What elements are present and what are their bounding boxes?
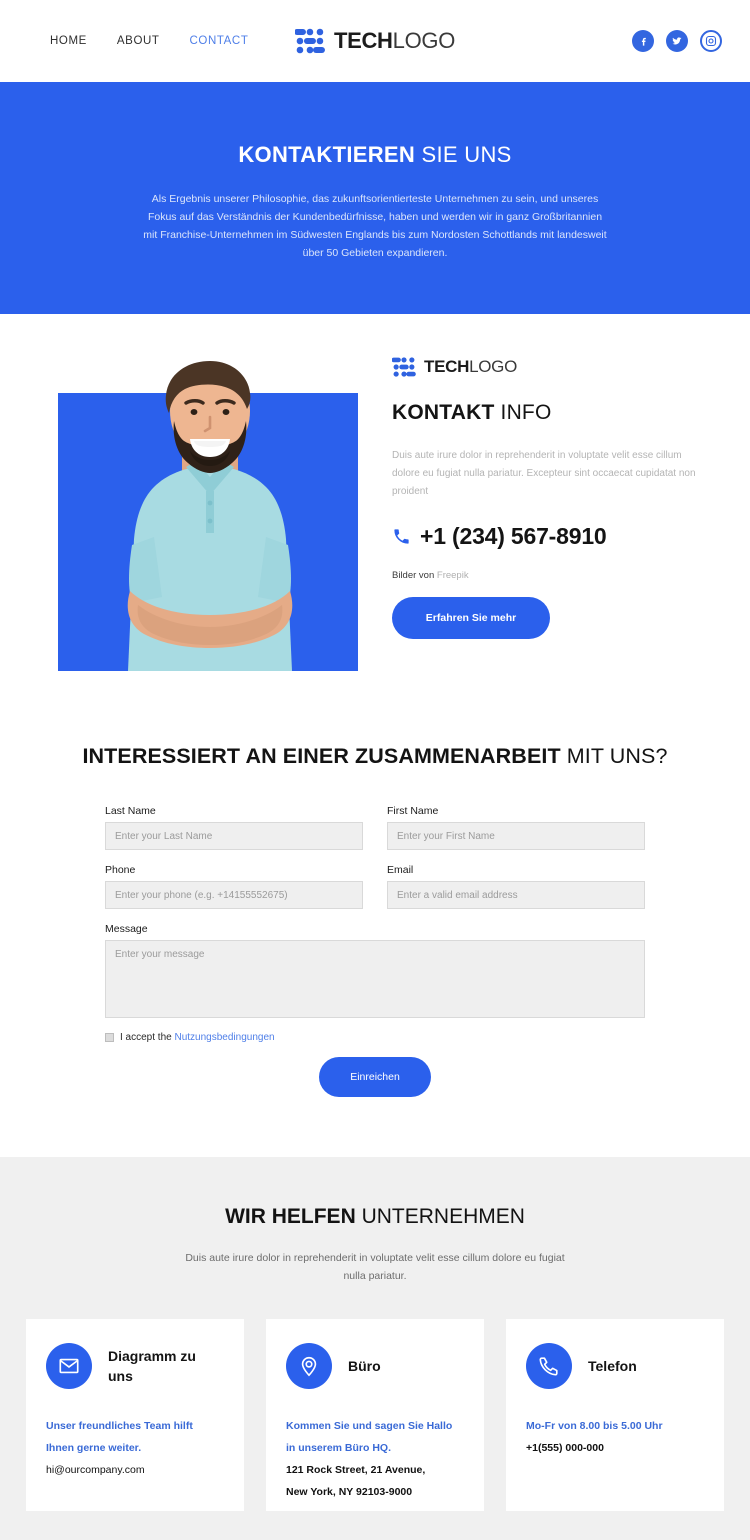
main-nav: HOME ABOUT CONTACT xyxy=(50,35,248,47)
form-row-contact: Phone Email xyxy=(105,864,645,909)
last-name-label: Last Name xyxy=(105,805,156,817)
phone-label: Phone xyxy=(105,864,136,876)
first-name-label: First Name xyxy=(387,805,439,817)
card-title: Diagramm zu uns xyxy=(108,1348,196,1384)
envelope-icon xyxy=(46,1343,92,1389)
card-body: Mo-Fr von 8.00 bis 5.00 Uhr +1(555) 000-… xyxy=(526,1415,704,1459)
tech-dots-icon xyxy=(392,357,416,377)
card-header: Telefon xyxy=(526,1343,704,1389)
contact-photo xyxy=(58,355,358,671)
brand-logo[interactable]: TECHLOGO xyxy=(294,27,455,55)
image-credit-link[interactable]: Freepik xyxy=(437,570,469,581)
help-section: WIR HELFEN UNTERNEHMEN Duis aute irure d… xyxy=(0,1157,750,1540)
accept-terms-text: I accept the Nutzungsbedingungen xyxy=(120,1032,275,1043)
accept-terms-prefix: I accept the xyxy=(120,1032,175,1043)
contact-form: Last Name First Name Phone Email xyxy=(105,805,645,1097)
contact-heading-strong: KONTAKT xyxy=(392,401,495,424)
hero-section: KONTAKTIEREN SIE UNS Als Ergebnis unsere… xyxy=(0,82,750,314)
hero-title: KONTAKTIEREN SIE UNS xyxy=(0,142,750,168)
nav-item-contact[interactable]: CONTACT xyxy=(190,35,249,47)
submit-button[interactable]: Einreichen xyxy=(319,1057,431,1097)
card-line: in unserem Büro HQ. xyxy=(286,1442,392,1454)
hero-title-rest: SIE UNS xyxy=(415,142,512,167)
contact-section: TECHLOGO KONTAKT INFO Duis aute irure do… xyxy=(0,314,750,720)
field-email: Email xyxy=(387,864,645,909)
card-phone: Telefon Mo-Fr von 8.00 bis 5.00 Uhr +1(5… xyxy=(506,1319,724,1511)
card-line-email[interactable]: hi@ourcompany.com xyxy=(46,1459,224,1481)
hero-paragraph: Als Ergebnis unserer Philosophie, das zu… xyxy=(143,193,607,259)
tech-dots-icon xyxy=(294,28,325,54)
card-line: New York, NY 92103-9000 xyxy=(286,1486,413,1498)
card-body: Kommen Sie und sagen Sie Hallo in unsere… xyxy=(286,1415,464,1503)
map-pin-icon xyxy=(286,1343,332,1389)
site-header: HOME ABOUT CONTACT TECHLOGO xyxy=(0,0,750,82)
card-line: Kommen Sie und sagen Sie Hallo xyxy=(286,1420,453,1432)
field-last-name: Last Name xyxy=(105,805,363,850)
contact-phone-number: +1 (234) 567-8910 xyxy=(420,523,607,549)
contact-brand-text: TECHLOGO xyxy=(424,357,517,377)
form-title: INTERESSIERT AN EINER ZUSAMMENARBEIT MIT… xyxy=(0,744,750,769)
info-cards: Diagramm zu uns Unser freundliches Team … xyxy=(0,1319,750,1511)
brand-text-bold: TECH xyxy=(333,28,393,53)
phone-input[interactable] xyxy=(105,881,363,909)
submit-row: Einreichen xyxy=(105,1057,645,1097)
form-row-names: Last Name First Name xyxy=(105,805,645,850)
card-office: Büro Kommen Sie und sagen Sie Hallo in u… xyxy=(266,1319,484,1511)
brand-text: TECHLOGO xyxy=(334,28,455,54)
hero-title-strong: KONTAKTIEREN xyxy=(238,142,416,167)
field-phone: Phone xyxy=(105,864,363,909)
image-credit-prefix: Bilder von xyxy=(392,570,437,581)
form-title-strong: INTERESSIERT AN EINER ZUSAMMENARBEIT xyxy=(82,744,561,768)
field-first-name: First Name xyxy=(387,805,645,850)
form-title-rest: MIT UNS? xyxy=(560,744,668,768)
image-credit: Bilder von Freepik xyxy=(392,570,702,581)
contact-phone-row[interactable]: +1 (234) 567-8910 xyxy=(392,523,702,550)
contact-form-section: INTERESSIERT AN EINER ZUSAMMENARBEIT MIT… xyxy=(0,720,750,1157)
card-email: Diagramm zu uns Unser freundliches Team … xyxy=(26,1319,244,1511)
card-header: Diagramm zu uns xyxy=(46,1343,224,1389)
accept-terms-row[interactable]: I accept the Nutzungsbedingungen xyxy=(105,1032,645,1043)
email-input[interactable] xyxy=(387,881,645,909)
card-title: Büro xyxy=(348,1358,381,1374)
contact-brand-bold: TECH xyxy=(424,357,470,376)
help-subtitle: Duis aute irure dolor in reprehenderit i… xyxy=(185,1252,565,1282)
help-title-strong: WIR HELFEN xyxy=(225,1205,356,1228)
instagram-icon[interactable] xyxy=(700,30,722,52)
contact-info: TECHLOGO KONTAKT INFO Duis aute irure do… xyxy=(392,356,702,639)
card-line: Ihnen gerne weiter. xyxy=(46,1442,142,1454)
card-body: Unser freundliches Team hilft Ihnen gern… xyxy=(46,1415,224,1481)
card-title: Telefon xyxy=(588,1358,637,1374)
contact-brand-light: LOGO xyxy=(469,357,518,376)
landing-page: HOME ABOUT CONTACT TECHLOGO KONTAKTIEREN… xyxy=(0,0,750,1540)
card-line: Unser freundliches Team hilft xyxy=(46,1420,193,1432)
phone-icon xyxy=(526,1343,572,1389)
help-title: WIR HELFEN UNTERNEHMEN xyxy=(0,1205,750,1229)
help-title-rest: UNTERNEHMEN xyxy=(355,1205,525,1228)
card-line: 121 Rock Street, 21 Avenue, xyxy=(286,1464,426,1476)
learn-more-button[interactable]: Erfahren Sie mehr xyxy=(392,597,550,639)
contact-heading-rest: INFO xyxy=(494,401,552,424)
message-label: Message xyxy=(105,923,148,935)
nav-item-home[interactable]: HOME xyxy=(50,35,87,47)
person-photo-illustration xyxy=(127,361,293,671)
facebook-icon[interactable] xyxy=(632,30,654,52)
social-links xyxy=(632,30,722,52)
nav-item-about[interactable]: ABOUT xyxy=(117,35,160,47)
accept-terms-checkbox[interactable] xyxy=(105,1033,114,1042)
phone-icon xyxy=(394,529,409,544)
terms-link[interactable]: Nutzungsbedingungen xyxy=(174,1032,274,1043)
contact-heading: KONTAKT INFO xyxy=(392,401,702,425)
brand-text-light: LOGO xyxy=(392,28,456,53)
first-name-input[interactable] xyxy=(387,822,645,850)
card-header: Büro xyxy=(286,1343,464,1389)
email-label: Email xyxy=(387,864,414,876)
contact-brand-logo: TECHLOGO xyxy=(392,356,702,378)
card-line: Mo-Fr von 8.00 bis 5.00 Uhr xyxy=(526,1420,663,1432)
contact-description: Duis aute irure dolor in reprehenderit i… xyxy=(392,450,696,497)
card-line: +1(555) 000-000 xyxy=(526,1442,604,1454)
last-name-input[interactable] xyxy=(105,822,363,850)
field-message: Message xyxy=(105,923,645,1023)
twitter-icon[interactable] xyxy=(666,30,688,52)
message-textarea[interactable] xyxy=(105,940,645,1018)
